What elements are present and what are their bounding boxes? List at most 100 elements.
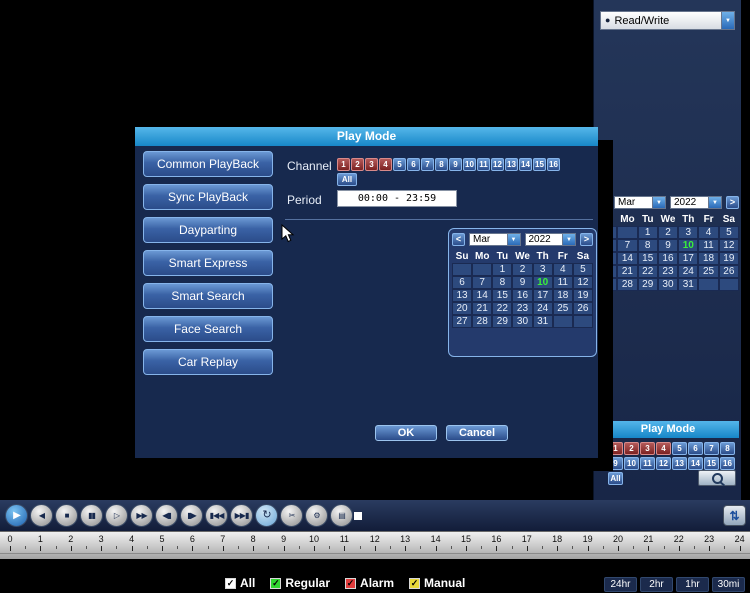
panel-channel-10[interactable]: 10 — [624, 457, 639, 470]
panel-channel-7[interactable]: 7 — [704, 442, 719, 455]
calendar-date-4[interactable]: 4 — [553, 263, 573, 276]
dialog-channel-2[interactable]: 2 — [351, 158, 364, 171]
sync-button[interactable]: ⇅ — [723, 505, 746, 526]
read-write-dropdown[interactable]: ● Read/Write ▼ — [600, 11, 735, 30]
dialog-channel-9[interactable]: 9 — [449, 158, 462, 171]
play-button[interactable]: ▶ — [5, 504, 28, 527]
ok-button[interactable]: OK — [375, 425, 437, 441]
panel-channel-2[interactable]: 2 — [624, 442, 639, 455]
prev-frame-button[interactable]: ◀▮ — [155, 504, 178, 527]
menu-item-common-playback[interactable]: Common PlayBack — [143, 151, 273, 177]
calendar-prev-button[interactable]: < — [452, 233, 465, 246]
calendar-date-29[interactable]: 29 — [492, 315, 512, 328]
year-dropdown[interactable]: 2022 ▼ — [525, 233, 577, 246]
file-list-button[interactable]: ▤ — [330, 504, 353, 527]
calendar-date-26[interactable]: 26 — [573, 302, 593, 315]
pause-button[interactable]: ▮▮ — [80, 504, 103, 527]
calendar-date-22[interactable]: 22 — [638, 265, 658, 278]
calendar-date-7[interactable]: 7 — [472, 276, 492, 289]
calendar-date-11[interactable]: 11 — [698, 239, 718, 252]
calendar-date-9[interactable]: 9 — [658, 239, 678, 252]
calendar-date-2[interactable]: 2 — [512, 263, 532, 276]
calendar-date-31[interactable]: 31 — [678, 278, 698, 291]
calendar-date-23[interactable]: 23 — [512, 302, 532, 315]
calendar-date-15[interactable]: 15 — [492, 289, 512, 302]
calendar-date-10[interactable]: 10 — [678, 239, 698, 252]
menu-item-face-search[interactable]: Face Search — [143, 316, 273, 342]
calendar-date-16[interactable]: 16 — [512, 289, 532, 302]
calendar-date-12[interactable]: 12 — [573, 276, 593, 289]
timeline-ruler[interactable]: 0123456789101112131415161718192021222324 — [0, 531, 750, 559]
calendar-date-19[interactable]: 19 — [719, 252, 739, 265]
calendar-date-24[interactable]: 24 — [678, 265, 698, 278]
calendar-date-24[interactable]: 24 — [533, 302, 553, 315]
legend-checkbox-all[interactable]: ✓ — [225, 578, 236, 589]
month-dropdown[interactable]: Mar ▼ — [469, 233, 521, 246]
calendar-date-25[interactable]: 25 — [553, 302, 573, 315]
legend-checkbox-manual[interactable]: ✓ — [409, 578, 420, 589]
panel-channel-5[interactable]: 5 — [672, 442, 687, 455]
panel-channel-6[interactable]: 6 — [688, 442, 703, 455]
range-button-30mi[interactable]: 30mi — [712, 577, 745, 592]
dialog-channel-14[interactable]: 14 — [519, 158, 532, 171]
stop-button[interactable]: ■ — [55, 504, 78, 527]
calendar-date-22[interactable]: 22 — [492, 302, 512, 315]
panel-channel-9[interactable]: 9 — [608, 457, 623, 470]
dialog-channel-6[interactable]: 6 — [407, 158, 420, 171]
settings-button[interactable]: ⚙ — [305, 504, 328, 527]
calendar-date-1[interactable]: 1 — [638, 226, 658, 239]
dialog-channel-8[interactable]: 8 — [435, 158, 448, 171]
range-button-2hr[interactable]: 2hr — [640, 577, 673, 592]
slow-play-button[interactable]: ▷ — [105, 504, 128, 527]
calendar-date-20[interactable]: 20 — [452, 302, 472, 315]
panel-all-channels-button[interactable]: All — [608, 472, 623, 485]
calendar-date-21[interactable]: 21 — [617, 265, 637, 278]
menu-item-smart-express[interactable]: Smart Express — [143, 250, 273, 276]
calendar-date-8[interactable]: 8 — [638, 239, 658, 252]
calendar-date-2[interactable]: 2 — [658, 226, 678, 239]
calendar-date-9[interactable]: 9 — [512, 276, 532, 289]
panel-channel-16[interactable]: 16 — [720, 457, 735, 470]
calendar-date-27[interactable]: 27 — [452, 315, 472, 328]
calendar-date-8[interactable]: 8 — [492, 276, 512, 289]
clip-button[interactable]: ✂ — [280, 504, 303, 527]
calendar-next-button[interactable]: > — [726, 196, 739, 209]
menu-item-dayparting[interactable]: Dayparting — [143, 217, 273, 243]
cancel-button[interactable]: Cancel — [446, 425, 508, 441]
dialog-channel-15[interactable]: 15 — [533, 158, 546, 171]
panel-channel-1[interactable]: 1 — [608, 442, 623, 455]
dialog-channel-12[interactable]: 12 — [491, 158, 504, 171]
panel-channel-3[interactable]: 3 — [640, 442, 655, 455]
calendar-date-14[interactable]: 14 — [617, 252, 637, 265]
fast-forward-button[interactable]: ▶▶ — [130, 504, 153, 527]
calendar-date-28[interactable]: 28 — [617, 278, 637, 291]
dialog-channel-5[interactable]: 5 — [393, 158, 406, 171]
calendar-date-18[interactable]: 18 — [698, 252, 718, 265]
calendar-date-21[interactable]: 21 — [472, 302, 492, 315]
panel-channel-11[interactable]: 11 — [640, 457, 655, 470]
calendar-date-26[interactable]: 26 — [719, 265, 739, 278]
menu-item-smart-search[interactable]: Smart Search — [143, 283, 273, 309]
reverse-play-button[interactable]: ◀ — [30, 504, 53, 527]
legend-checkbox-regular[interactable]: ✓ — [270, 578, 281, 589]
calendar-date-29[interactable]: 29 — [638, 278, 658, 291]
calendar-date-16[interactable]: 16 — [658, 252, 678, 265]
calendar-date-1[interactable]: 1 — [492, 263, 512, 276]
calendar-date-6[interactable]: 6 — [597, 239, 617, 252]
calendar-date-6[interactable]: 6 — [452, 276, 472, 289]
calendar-date-17[interactable]: 17 — [678, 252, 698, 265]
calendar-date-4[interactable]: 4 — [698, 226, 718, 239]
calendar-date-23[interactable]: 23 — [658, 265, 678, 278]
calendar-date-5[interactable]: 5 — [573, 263, 593, 276]
calendar-date-25[interactable]: 25 — [698, 265, 718, 278]
dialog-channel-16[interactable]: 16 — [547, 158, 560, 171]
calendar-date-12[interactable]: 12 — [719, 239, 739, 252]
calendar-date-18[interactable]: 18 — [553, 289, 573, 302]
calendar-date-13[interactable]: 13 — [597, 252, 617, 265]
menu-item-car-replay[interactable]: Car Replay — [143, 349, 273, 375]
legend-checkbox-alarm[interactable]: ✓ — [345, 578, 356, 589]
panel-channel-4[interactable]: 4 — [656, 442, 671, 455]
dialog-channel-7[interactable]: 7 — [421, 158, 434, 171]
calendar-date-13[interactable]: 13 — [452, 289, 472, 302]
panel-channel-14[interactable]: 14 — [688, 457, 703, 470]
